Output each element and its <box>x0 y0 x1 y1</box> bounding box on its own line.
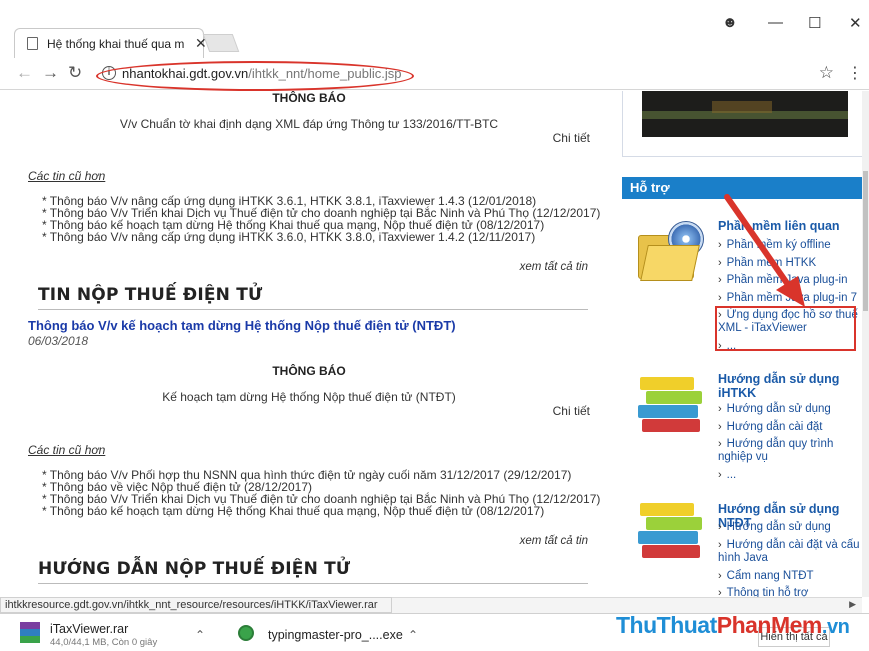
close-window-button[interactable]: ✕ <box>849 14 862 32</box>
download-filename: iTaxViewer.rar <box>50 622 129 636</box>
chevron-right-icon: › <box>718 469 722 481</box>
back-arrow-icon[interactable]: ← <box>16 63 33 83</box>
news-item[interactable]: * Thông báo kế hoạch tạm dừng Hệ thống K… <box>42 505 600 517</box>
older-news-label-2[interactable]: Các tin cũ hơn <box>28 443 105 457</box>
section-title-ntdt: TIN NỘP THUẾ ĐIỆN TỬ <box>38 285 588 310</box>
main-column: THÔNG BÁO V/v Chuẩn tờ khai định dạng XM… <box>24 91 600 597</box>
browser-tab[interactable]: Hệ thống khai thuế qua m ✕ <box>14 28 207 58</box>
watermark-logo: ThuThuatPhanMem.vn <box>616 612 850 638</box>
ihtkk-guide-title: Hướng dẫn sử dụng iHTKK <box>718 372 840 400</box>
chevron-right-icon: › <box>718 587 722 597</box>
chevron-right-icon: › <box>718 403 722 415</box>
sidebar-link[interactable]: › Hướng dẫn cài đặt <box>718 419 863 437</box>
itaxviewer-highlight-box <box>715 306 856 351</box>
older-news-list-2: * Thông báo V/v Phối hợp thu NSNN qua hì… <box>42 469 600 517</box>
detail-link-2[interactable]: Chi tiết <box>553 404 590 418</box>
sidebar-link[interactable]: › Phần mềm HTKK <box>718 255 863 273</box>
chevron-up-icon[interactable]: ⌃ <box>195 628 205 642</box>
browser-titlebar: Hệ thống khai thuế qua m ✕ ☻ — ☐ ✕ <box>0 0 869 58</box>
folder-disc-icon <box>632 217 710 285</box>
chevron-right-icon: › <box>718 420 722 433</box>
scroll-right-icon[interactable]: ▶ <box>849 599 856 610</box>
download-item-typingmaster[interactable]: typingmaster-pro_....exe ⌃ <box>238 620 438 648</box>
sidebar-link[interactable]: › Phần mềm ký offline <box>718 237 863 255</box>
section-title-huongdan: HƯỚNG DẪN NỘP THUẾ ĐIỆN TỬ <box>38 559 588 584</box>
sidebar-link[interactable]: › Phần mềm Java plug-in 7 <box>718 290 863 308</box>
notice-text: V/v Chuẩn tờ khai định dạng XML đáp ứng … <box>119 117 499 131</box>
detail-link[interactable]: Chi tiết <box>553 131 590 145</box>
menu-dots-icon[interactable]: ⋮ <box>847 63 863 83</box>
bookmark-star-icon[interactable]: ☆ <box>819 63 834 83</box>
chevron-up-icon-2[interactable]: ⌃ <box>408 628 418 642</box>
chevron-right-icon: › <box>718 538 722 551</box>
ntdt-guide-links: › Hướng dẫn sử dụng › Hướng dẫn cài đặt và … <box>718 519 863 597</box>
see-all-link[interactable]: xem tất cả tin <box>520 261 588 273</box>
notice-heading-2: THÔNG BÁO <box>272 364 346 378</box>
sidebar-link[interactable]: › Hướng dẫn sử dụng <box>718 401 863 419</box>
sidebar-link[interactable]: › Hướng dẫn sử dụng <box>718 519 863 537</box>
news-date: 06/03/2018 <box>28 334 89 348</box>
chevron-right-icon: › <box>718 239 722 251</box>
maximize-button[interactable]: ☐ <box>808 14 821 32</box>
sidebar-link[interactable]: › Cẩm nang NTĐT <box>718 568 863 586</box>
sidebar-link[interactable]: ›... <box>718 467 863 485</box>
vertical-scrollbar[interactable] <box>862 91 869 597</box>
see-all-link-2[interactable]: xem tất cả tin <box>520 535 588 547</box>
chevron-right-icon: › <box>718 521 722 533</box>
status-url: ihtkkresource.gdt.gov.vn/ihtkk_nnt_resou… <box>0 597 392 613</box>
new-tab-button[interactable] <box>202 34 240 52</box>
url-highlight-oval <box>96 61 414 91</box>
download-progress-text: 44,0/44,1 MB, Còn 0 giây <box>50 637 158 648</box>
download-filename-2: typingmaster-pro_....exe <box>268 628 403 642</box>
download-item-itaxviewer[interactable]: iTaxViewer.rar 44,0/44,1 MB, Còn 0 giây … <box>20 620 220 648</box>
notice-text-2: Kế hoạch tạm dừng Hệ thống Nộp thuế điện… <box>162 390 456 404</box>
forward-arrow-icon[interactable]: → <box>42 63 59 83</box>
video-thumbnail[interactable] <box>642 91 848 137</box>
sidebar-link[interactable]: › Hướng dẫn cài đặt và cấu hình Java <box>718 539 863 565</box>
chevron-right-icon: › <box>718 256 722 269</box>
scrollbar-thumb[interactable] <box>863 171 868 311</box>
chevron-right-icon: › <box>718 274 722 286</box>
chevron-right-icon: › <box>718 291 722 304</box>
page-icon <box>27 37 38 50</box>
profile-icon[interactable]: ☻ <box>722 14 738 31</box>
books-icon <box>632 373 712 437</box>
rar-file-icon <box>20 622 40 644</box>
sidebar-link[interactable]: › Hướng dẫn quy trình nghiệp vụ <box>718 438 863 464</box>
older-news-label[interactable]: Các tin cũ hơn <box>28 169 105 183</box>
ihtkk-guide-links: › Hướng dẫn sử dụng › Hướng dẫn cài đặt › Hướ… <box>718 401 863 485</box>
chevron-right-icon: › <box>718 438 722 450</box>
support-header: Hỗ trợ <box>622 177 864 199</box>
older-news-list: * Thông báo V/v nâng cấp ứng dụng iHTKK … <box>42 195 600 243</box>
notice-heading: THÔNG BÁO <box>272 91 346 105</box>
books-icon-2 <box>632 499 712 563</box>
horizontal-scrollbar[interactable]: ▶ <box>392 597 862 613</box>
news-item[interactable]: * Thông báo V/v nâng cấp ứng dụng iHTKK … <box>42 231 600 243</box>
reload-icon[interactable]: ↻ <box>68 63 82 83</box>
tab-title: Hệ thống khai thuế qua m <box>47 37 185 51</box>
sidebar-link[interactable]: › Thông tin hỗ trợ <box>718 585 863 597</box>
software-title: Phần mềm liên quan <box>718 219 840 233</box>
ntdt-news-link[interactable]: Thông báo V/v kế hoạch tạm dừng Hệ thống… <box>28 318 456 333</box>
installer-icon <box>238 625 254 641</box>
sidebar-link[interactable]: › Phần mềm Java plug-in <box>718 272 863 290</box>
minimize-button[interactable]: — <box>768 14 783 31</box>
chevron-right-icon: › <box>718 569 722 582</box>
